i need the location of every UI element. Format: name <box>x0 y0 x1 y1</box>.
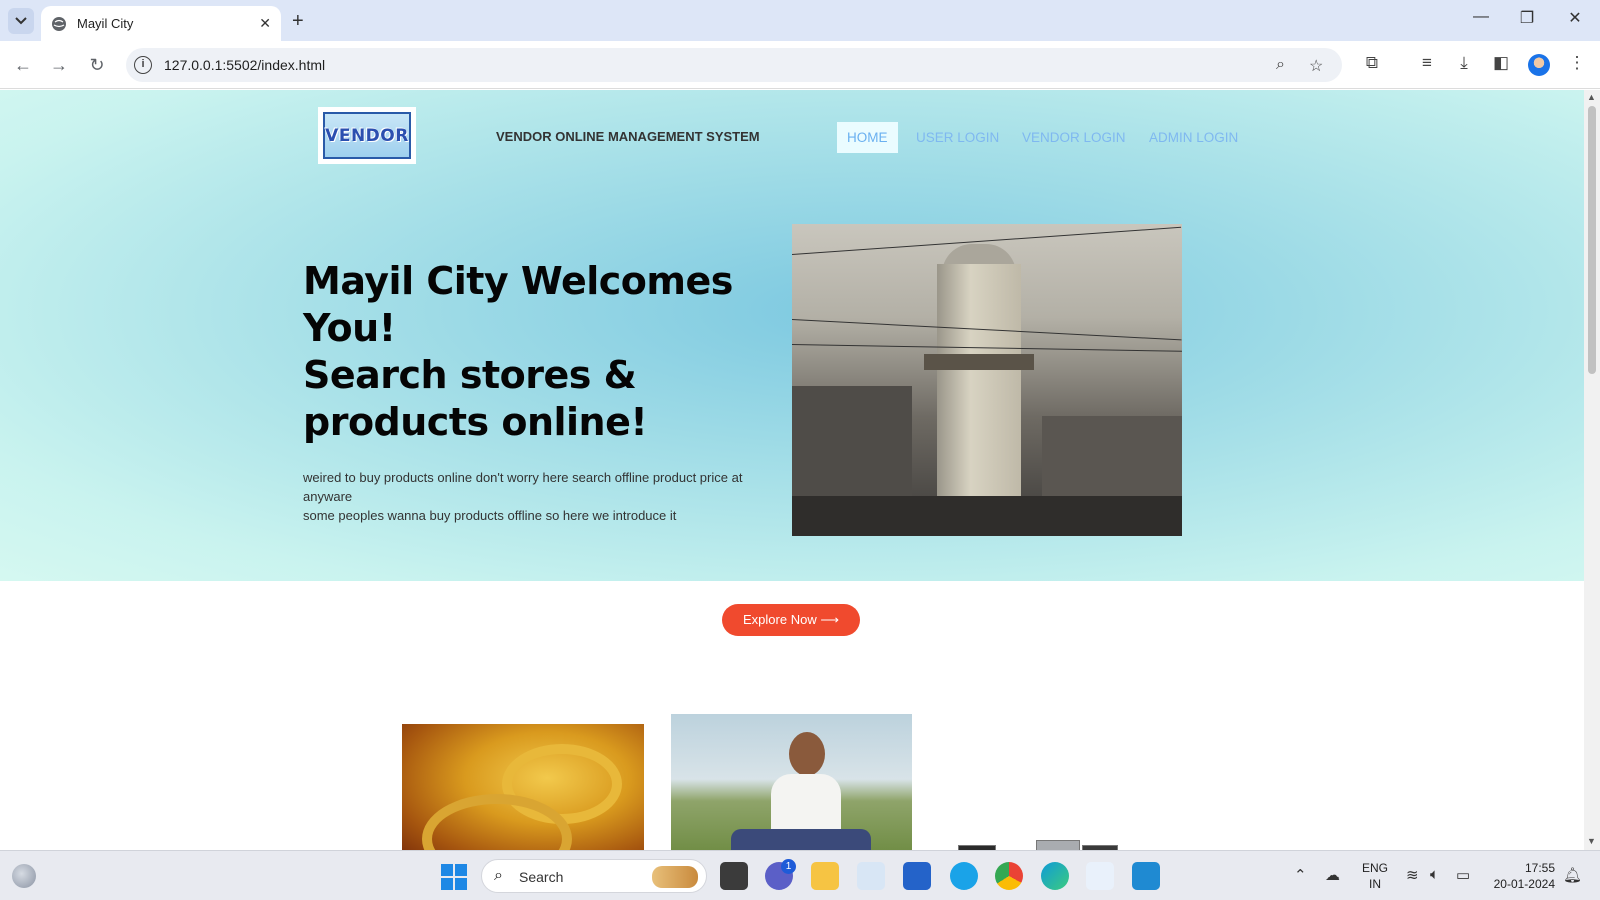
more-menu-icon[interactable]: ⋮ <box>1565 53 1589 73</box>
wifi-icon[interactable]: ≋ <box>1406 866 1419 884</box>
explore-now-button[interactable]: Explore Now ⟶ <box>722 604 860 636</box>
tab-strip: Mayil City ✕ + — ❐ ✕ <box>0 0 1600 41</box>
photo-street <box>792 496 1182 536</box>
nav-vendor-login[interactable]: VENDOR LOGIN <box>1012 122 1136 153</box>
nav-home[interactable]: HOME <box>837 122 898 153</box>
product-clothing-image[interactable] <box>671 714 912 850</box>
url-text[interactable]: 127.0.0.1:5502/index.html <box>164 57 325 73</box>
windows-logo-pane <box>441 864 453 876</box>
chevron-down-icon <box>15 17 27 25</box>
media-control-icon[interactable]: ≡ <box>1415 53 1439 73</box>
taskbar: ⌕ Search 1 ⌃ ☁ ENG IN ≋ 🔈︎ ▭ 17:55 20-01… <box>0 850 1600 900</box>
logo-badge: VENDOR <box>323 112 411 159</box>
store-icon[interactable] <box>903 862 931 890</box>
side-panel-icon[interactable]: ◧ <box>1489 53 1513 73</box>
windows-logo-pane <box>455 878 467 890</box>
windows-logo-pane <box>441 878 453 890</box>
hero-heading: Mayil City Welcomes You! Search stores &… <box>303 258 783 446</box>
forward-icon[interactable]: → <box>47 53 71 77</box>
task-view-icon[interactable] <box>720 862 748 890</box>
nav-admin-login[interactable]: ADMIN LOGIN <box>1139 122 1248 153</box>
hero-section: VENDOR VENDOR ONLINE MANAGEMENT SYSTEM H… <box>0 90 1584 581</box>
product-appliances-image[interactable] <box>944 830 1169 850</box>
reload-icon[interactable]: ↻ <box>85 53 109 77</box>
close-tab-icon[interactable]: ✕ <box>259 15 271 32</box>
taskbar-search-label: Search <box>519 869 564 885</box>
hero-desc-line: weired to buy products online don't worr… <box>303 470 743 504</box>
page-viewport: VENDOR VENDOR ONLINE MANAGEMENT SYSTEM H… <box>0 90 1584 850</box>
model-head <box>789 732 825 776</box>
hero-heading-line: Mayil City Welcomes <box>303 259 733 303</box>
chrome-icon[interactable] <box>995 862 1023 890</box>
python-icon[interactable] <box>857 862 885 890</box>
extensions-icon[interactable]: ⧉ <box>1360 53 1384 73</box>
nav-user-login[interactable]: USER LOGIN <box>906 122 1009 153</box>
start-button[interactable] <box>441 864 467 890</box>
zoom-icon[interactable]: ⌕ <box>1276 56 1285 74</box>
vscode-icon[interactable] <box>1132 862 1160 890</box>
close-window-icon[interactable]: ✕ <box>1560 8 1590 28</box>
battery-icon[interactable]: ▭ <box>1456 866 1470 884</box>
site-title: VENDOR ONLINE MANAGEMENT SYSTEM <box>496 129 760 144</box>
language-code: ENG <box>1362 861 1389 875</box>
onedrive-cloud-icon[interactable]: ☁ <box>1325 866 1340 884</box>
search-highlight-icon <box>652 866 698 888</box>
edge-icon[interactable] <box>1041 862 1069 890</box>
restore-icon[interactable]: ❐ <box>1512 8 1542 28</box>
internet-explorer-icon[interactable] <box>950 862 978 890</box>
clock-date: 20-01-2024 <box>1493 877 1555 891</box>
site-logo[interactable]: VENDOR <box>318 107 416 164</box>
browser-tab[interactable]: Mayil City ✕ <box>41 6 281 41</box>
site-info-icon[interactable]: i <box>134 56 152 74</box>
model-legs <box>731 829 871 850</box>
clock-time: 17:55 <box>1524 861 1555 875</box>
hero-desc-line: some peoples wanna buy products offline … <box>303 508 677 523</box>
taskbar-search[interactable]: ⌕ Search <box>481 859 707 893</box>
globe-icon <box>52 16 66 31</box>
windows-logo-pane <box>455 864 467 876</box>
volume-icon[interactable]: 🔈︎ <box>1430 866 1439 883</box>
weather-icon[interactable] <box>12 864 36 888</box>
page-scrollbar[interactable]: ▲ ▼ <box>1584 90 1600 850</box>
chat-badge: 1 <box>781 859 796 874</box>
back-icon[interactable]: ← <box>11 53 35 77</box>
profile-avatar[interactable] <box>1528 54 1550 76</box>
address-bar[interactable]: i 127.0.0.1:5502/index.html ⌕ ☆ <box>126 48 1342 82</box>
tab-search-button[interactable] <box>8 8 34 34</box>
hero-heading-line: You! <box>303 306 396 350</box>
minimize-icon[interactable]: — <box>1466 8 1496 26</box>
hero-heading-line: Search stores & <box>303 353 637 397</box>
bookmark-star-icon[interactable]: ☆ <box>1309 56 1323 76</box>
hero-description: weired to buy products online don't worr… <box>303 468 793 525</box>
product-jewellery-image[interactable] <box>402 724 644 850</box>
file-explorer-icon[interactable] <box>811 862 839 890</box>
system-clock[interactable]: 17:55 20-01-2024 <box>1487 860 1555 892</box>
clock-tower-photo <box>792 224 1182 536</box>
download-icon[interactable]: ⤓ <box>1452 53 1476 73</box>
language-indicator[interactable]: ENG IN <box>1362 860 1388 892</box>
hero-heading-line: products online! <box>303 400 648 444</box>
tab-title: Mayil City <box>77 16 134 31</box>
browser-toolbar: ← → ↻ i 127.0.0.1:5502/index.html ⌕ ☆ ⧉ … <box>0 41 1600 89</box>
notification-bell-icon[interactable]: 🔔︎ <box>1563 866 1582 884</box>
region-code: IN <box>1369 877 1381 891</box>
logo-text: VENDOR <box>325 125 409 146</box>
photo-tower-balcony <box>924 354 1034 370</box>
search-icon: ⌕ <box>494 867 503 884</box>
new-tab-button[interactable]: + <box>292 10 304 33</box>
photo-tower <box>937 264 1021 524</box>
scrollbar-thumb[interactable] <box>1588 106 1596 374</box>
app-icon[interactable] <box>1086 862 1114 890</box>
appliance-fridge <box>1036 840 1080 850</box>
scroll-up-icon[interactable]: ▲ <box>1587 92 1596 102</box>
chevron-up-icon[interactable]: ⌃ <box>1294 866 1307 884</box>
scroll-down-icon[interactable]: ▼ <box>1587 836 1596 846</box>
